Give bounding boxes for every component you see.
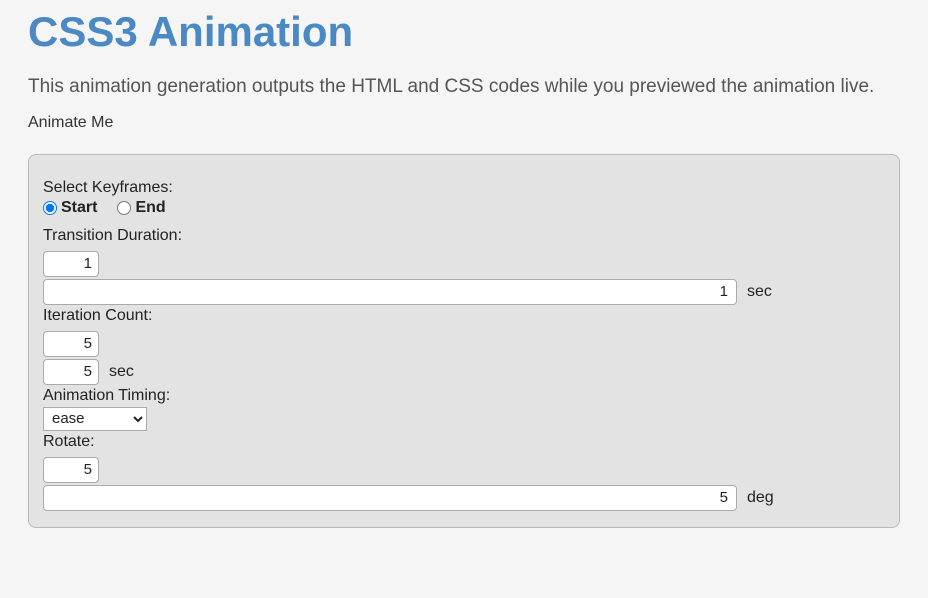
animation-timing-label: Animation Timing: [43, 387, 885, 405]
keyframes-label: Select Keyframes: [43, 179, 885, 197]
iteration-count-small-input[interactable] [43, 331, 99, 357]
transition-duration-wide-row: sec [43, 279, 885, 305]
transition-duration-label: Transition Duration: [43, 227, 885, 245]
rotate-small-row [43, 457, 885, 483]
iteration-count-small-row [43, 331, 885, 357]
controls-panel: Select Keyframes: Start End Transition D… [28, 154, 900, 528]
rotate-small-input[interactable] [43, 457, 99, 483]
keyframe-start-label[interactable]: Start [61, 199, 97, 217]
transition-duration-unit: sec [747, 283, 772, 301]
iteration-count-label: Iteration Count: [43, 307, 885, 325]
transition-duration-wide-input[interactable] [43, 279, 737, 305]
keyframe-end-radio[interactable] [117, 201, 131, 215]
page-title: CSS3 Animation [28, 8, 900, 56]
page-description: This animation generation outputs the HT… [28, 74, 900, 100]
keyframe-end-group: End [117, 199, 165, 217]
keyframe-start-group: Start [43, 199, 97, 217]
animation-timing-select[interactable]: ease [43, 407, 147, 431]
rotate-wide-input[interactable] [43, 485, 737, 511]
keyframe-start-radio[interactable] [43, 201, 57, 215]
iteration-count-second-input[interactable] [43, 359, 99, 385]
keyframes-radio-row: Start End [43, 199, 885, 217]
rotate-wide-row: deg [43, 485, 885, 511]
transition-duration-small-input[interactable] [43, 251, 99, 277]
rotate-label: Rotate: [43, 433, 885, 451]
transition-duration-small-row [43, 251, 885, 277]
keyframe-end-label[interactable]: End [135, 199, 165, 217]
iteration-count-unit: sec [109, 363, 134, 381]
iteration-count-second-row: sec [43, 359, 885, 385]
rotate-unit: deg [747, 489, 774, 507]
animate-me-label: Animate Me [28, 114, 900, 132]
